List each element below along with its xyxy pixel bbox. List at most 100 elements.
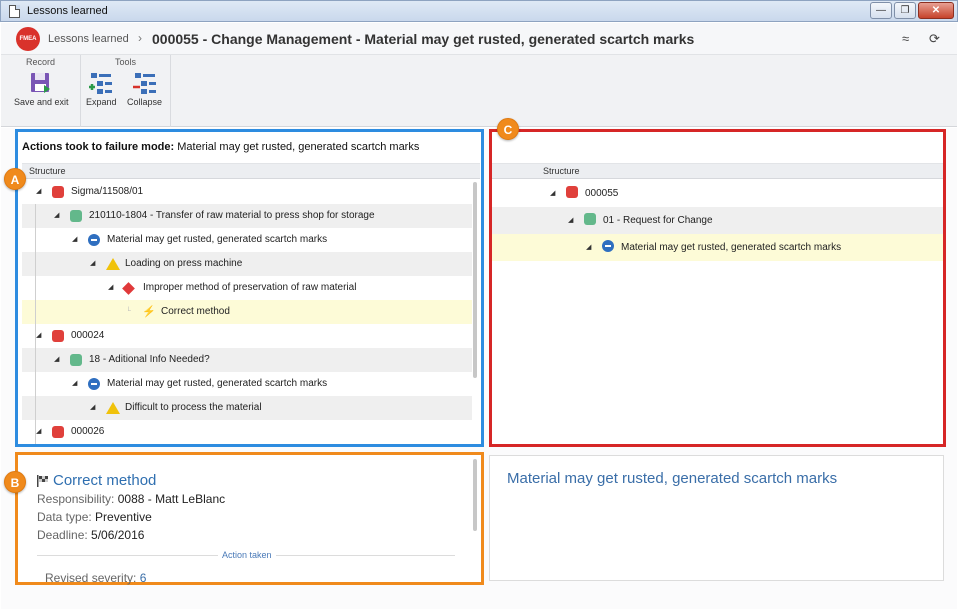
- failure-detail-panel: Material may get rusted, generated scart…: [489, 455, 944, 581]
- tree-scrollbar[interactable]: [473, 182, 477, 378]
- panel-title: Actions took to failure mode: Material m…: [22, 141, 419, 153]
- save-and-exit-button[interactable]: Save and exit: [14, 71, 69, 107]
- tree-connector: └: [126, 308, 131, 315]
- failure-tree-row[interactable]: ◢ Material may get rusted, generated scar…: [492, 234, 943, 261]
- failure-tree-panel: Structure ◢ 000055 ◢ 01 - Request for Chang…: [489, 129, 946, 447]
- action-tree-row[interactable]: ◢ Improper method of preservation of raw …: [22, 276, 472, 300]
- expand-toggle-icon[interactable]: ◢: [72, 228, 77, 252]
- node-red-icon: [566, 186, 578, 198]
- save-and-exit-label: Save and exit: [14, 97, 69, 107]
- expand-toggle-icon[interactable]: ◢: [550, 180, 555, 207]
- tree-row-label: Difficult to process the material: [125, 402, 262, 413]
- window-titlebar: Lessons learned — ❐ ✕: [0, 0, 958, 22]
- expand-toggle-icon[interactable]: ◢: [586, 234, 591, 261]
- collapse-button[interactable]: Collapse: [127, 71, 162, 107]
- tree-row-label: Material may get rusted, generated scart…: [107, 378, 328, 389]
- actions-tree-panel: Actions took to failure mode: Material m…: [15, 129, 484, 447]
- expand-toggle-icon[interactable]: ◢: [90, 252, 95, 276]
- tree-row-label: 000026: [71, 426, 105, 437]
- page-header: FMEA Lessons learned › 000055 - Change M…: [1, 23, 957, 55]
- minus-blue-icon: [88, 378, 100, 390]
- breadcrumb-lessons-learned[interactable]: Lessons learned: [48, 33, 129, 45]
- marker-c: C: [497, 118, 519, 140]
- failure-tree-row[interactable]: ◢ 01 - Request for Change: [492, 207, 943, 234]
- expand-toggle-icon[interactable]: ◢: [568, 207, 573, 234]
- responsibility-label: Responsibility:: [37, 492, 115, 506]
- close-button[interactable]: ✕: [918, 2, 954, 19]
- action-tree-row[interactable]: ◢ Material may get rusted, generated scar…: [22, 372, 472, 396]
- action-tree-row[interactable]: ◢ Loading on press machine: [22, 252, 472, 276]
- collapse-label: Collapse: [127, 97, 163, 107]
- responsibility-value: 0088 - Matt LeBlanc: [117, 492, 226, 506]
- ribbon-group-tools: Tools Expand Collapse: [81, 55, 171, 127]
- structure-column-header[interactable]: Structure: [536, 163, 943, 179]
- expand-toggle-icon[interactable]: ◢: [36, 420, 41, 444]
- action-tree-row[interactable]: ◢ 18 - Aditional Info Needed?: [22, 348, 472, 372]
- tree-row-label: Improper method of preservation of raw m…: [143, 282, 357, 293]
- tree-row-label: Correct method: [161, 306, 230, 317]
- checkered-flag-icon: [37, 475, 48, 487]
- refresh-icon[interactable]: ⟳: [929, 31, 940, 47]
- structure-column-header[interactable]: Structure: [22, 163, 480, 179]
- warn-icon: [106, 402, 120, 414]
- deadline-label: Deadline:: [37, 528, 88, 542]
- ribbon-group-record: Record Save and exit: [1, 55, 81, 127]
- collapse-icon: [132, 71, 158, 95]
- node-green-icon: [70, 210, 82, 222]
- panel-title-bold: Actions took to failure mode:: [22, 141, 175, 153]
- diamond-icon: [122, 282, 135, 295]
- tree-row-label: Material may get rusted, generated scart…: [621, 242, 842, 253]
- datatype-value: Preventive: [95, 510, 152, 524]
- ribbon-group-label: Record: [25, 57, 55, 67]
- severity-value: 6: [139, 571, 147, 585]
- node-red-icon: [52, 330, 64, 342]
- tree-guide-line: [35, 204, 36, 444]
- expand-icon: [88, 71, 114, 95]
- failure-detail-title[interactable]: Material may get rusted, generated scart…: [507, 470, 837, 487]
- expand-toggle-icon[interactable]: ◢: [36, 324, 41, 348]
- minus-blue-icon: [88, 234, 100, 246]
- column-spacer: [492, 163, 536, 179]
- action-tree-row[interactable]: ◢ Sigma/11508/01: [22, 180, 472, 204]
- document-icon: [9, 5, 20, 18]
- action-tree-row[interactable]: └ ⚡ Correct method: [22, 300, 472, 324]
- failure-tree-row[interactable]: ◢ 000055: [492, 180, 943, 207]
- datatype-label: Data type:: [37, 510, 92, 524]
- tree-row-label: 01 - Request for Change: [603, 215, 713, 226]
- revised-severity-field: Revised severity: 6: [45, 571, 146, 585]
- tree-row-label: 18 - Aditional Info Needed?: [89, 354, 210, 365]
- expand-label: Expand: [86, 97, 117, 107]
- expand-toggle-icon[interactable]: ◢: [54, 204, 59, 228]
- breadcrumb-separator: ›: [138, 31, 142, 45]
- expand-toggle-icon[interactable]: ◢: [72, 372, 77, 396]
- collapse-header-icon[interactable]: ≈: [902, 31, 909, 46]
- action-tree-row[interactable]: ◢ 210110-1804 - Transfer of raw material …: [22, 204, 472, 228]
- tree-row-label: Material may get rusted, generated scart…: [107, 234, 328, 245]
- bolt-icon: ⚡: [142, 306, 156, 318]
- ribbon-group-label: Tools: [114, 57, 136, 67]
- detail-title[interactable]: Correct method: [53, 472, 156, 489]
- deadline-value: 5/06/2016: [91, 528, 145, 542]
- action-tree-row[interactable]: ◢ Material may get rusted, generated scar…: [22, 228, 472, 252]
- expand-toggle-icon[interactable]: ◢: [54, 348, 59, 372]
- minimize-button[interactable]: —: [870, 2, 892, 19]
- tree-row-label: Loading on press machine: [125, 258, 243, 269]
- page-title: 000055 - Change Management - Material ma…: [152, 31, 695, 47]
- panel-title-rest: Material may get rusted, generated scart…: [174, 141, 420, 153]
- action-tree-row[interactable]: ◢ Difficult to process the material: [22, 396, 472, 420]
- action-tree-row[interactable]: ◢ 000024: [22, 324, 472, 348]
- datatype-field: Data type: Preventive: [37, 510, 152, 524]
- ribbon-toolbar: Record Save and exit Tools Expand Collap…: [1, 55, 957, 127]
- marker-a: A: [4, 168, 26, 190]
- maximize-button[interactable]: ❐: [894, 2, 916, 19]
- tree-row-label: 000024: [71, 330, 105, 341]
- expand-toggle-icon[interactable]: ◢: [36, 180, 41, 204]
- detail-scrollbar[interactable]: [473, 459, 477, 531]
- expand-button[interactable]: Expand: [86, 71, 117, 107]
- deadline-field: Deadline: 5/06/2016: [37, 528, 144, 542]
- expand-toggle-icon[interactable]: ◢: [90, 396, 95, 420]
- action-tree-row[interactable]: ◢ 000026: [22, 420, 472, 444]
- expand-toggle-icon[interactable]: ◢: [108, 276, 113, 300]
- save-exit-icon: [28, 71, 54, 95]
- minus-blue-icon: [602, 240, 614, 252]
